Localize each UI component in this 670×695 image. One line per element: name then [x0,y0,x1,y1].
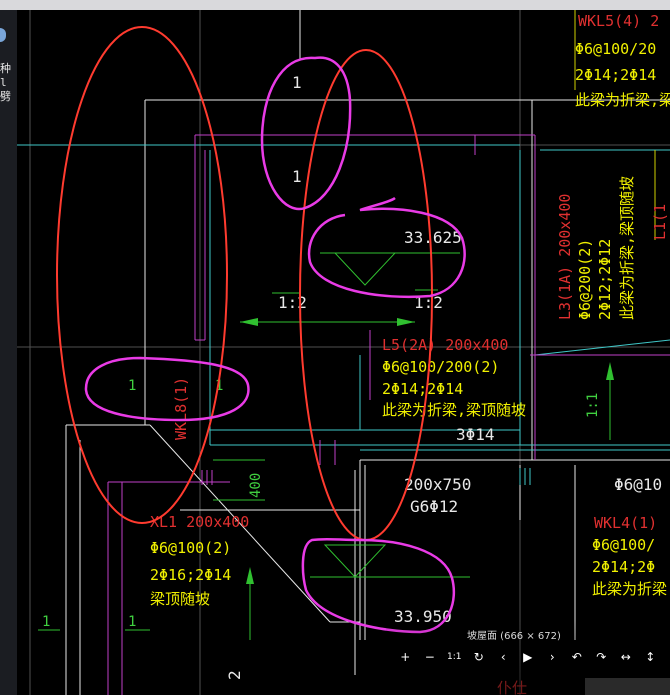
play-button[interactable]: ▶ [516,648,541,666]
bottom-slope-label-b: 1 [128,614,136,630]
l3-bars: 2Φ12;2Φ12 [596,239,614,320]
zoom-out-button[interactable]: − [418,648,443,666]
red-ellipse-left [56,26,228,524]
l5-note: 此梁为折梁,梁顶随坡 [382,401,526,419]
red-annotation-ellipses [56,26,433,541]
wkl4-stirrup: Φ6@100/ [592,536,655,554]
rotate-left-button[interactable]: ↶ [565,648,590,666]
flip-vertical-button[interactable]: ↕ [638,648,663,666]
left-slope-label-a: 1 [128,378,136,394]
magenta-loop-left [84,356,250,422]
elevation-top: 33.625 [404,228,462,247]
wkl5-title: WKL5(4) 2 [578,12,659,30]
bottom-label-2: 2 [225,670,244,680]
actual-size-button[interactable]: 1:1 [442,648,467,666]
wkl5-note: 此梁为折梁,梁顶 [575,91,670,109]
wkl5-stirrup: Φ6@100/20 [575,40,656,58]
wkl4-title: WKL4(1) [594,514,657,532]
wkl4-bars: 2Φ14;2Φ [592,558,655,576]
dimension-arrows [38,289,614,640]
slope-label-top: 1 [292,73,302,92]
next-button[interactable]: › [540,648,565,666]
magenta-loop-elevation-top [307,196,466,299]
red-ellipse-middle [299,49,433,541]
l5-stirrup: Φ6@100/200(2) [382,358,499,376]
l3-note: 此梁为折梁,梁顶随坡 [618,176,636,320]
l3-title: L3(1A) 200x400 [556,194,574,320]
xl1-note: 梁顶随坡 [150,590,210,608]
slope-label-left: 1:2 [278,293,307,312]
reset-button[interactable]: ↻ [467,648,492,666]
xl1-stirrup: Φ6@100(2) [150,539,231,557]
xl1-title: XL1 200x400 [150,513,249,531]
l5-title: L5(2A) 200x400 [382,336,508,354]
flip-horizontal-button[interactable]: ↔ [614,648,639,666]
wkl8-label: WKL8(1) [172,377,190,440]
l3-stirrup: Φ6@200(2) [576,239,594,320]
wkl4-note: 此梁为折梁,梁 [592,580,670,598]
image-name-label: 坡屋面 (666 × 672) [467,631,561,642]
section-bars: G6Φ12 [410,497,458,516]
xl1-bars: 2Φ16;2Φ14 [150,566,231,584]
cad-drawing: .w { stroke: #e8e8e8; stroke-width: 1; f… [17,10,670,695]
previous-button[interactable]: ‹ [491,648,516,666]
dim-400: 400 [248,473,264,498]
grid-lines [17,10,670,695]
l1-partial: L1(1 [651,204,669,240]
rotate-right-button[interactable]: ↷ [589,648,614,666]
bottom-slope-label-a: 1 [42,614,50,630]
right-stirrup-partial: Φ6@10 [614,475,662,494]
wkl5-bars: 2Φ14;2Φ14 [575,66,656,84]
viewer-toolbar: + − 1:1 ↻ ‹ ▶ › ↶ ↷ ↔ ↕ [393,648,663,666]
cad-text-labels: WKL5(4) 2 Φ6@100/20 2Φ14;2Φ14 此梁为折梁,梁顶 L… [42,12,670,695]
slope-label-mid: 1 [292,167,302,186]
l5-extra-bars: 3Φ14 [456,425,495,444]
section-dimension: 200x750 [404,475,471,494]
zoom-in-button[interactable]: + [393,648,418,666]
corner-panel [585,678,670,695]
l5-bars: 2Φ14;2Φ14 [382,380,463,398]
slope-11: 1:1 [585,393,601,418]
